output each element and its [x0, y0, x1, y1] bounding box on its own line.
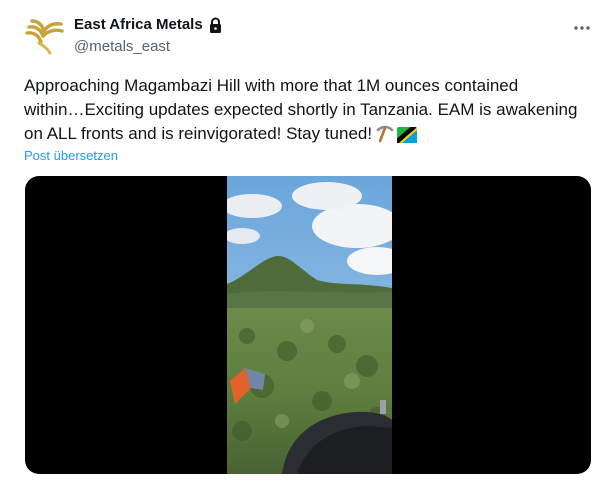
pick-icon: [375, 124, 394, 150]
display-name[interactable]: East Africa Metals: [74, 15, 203, 35]
user-handle[interactable]: @metals_east: [74, 37, 170, 57]
video-frame: [227, 176, 392, 474]
tweet: East Africa Metals @metals_east Approach…: [0, 0, 612, 482]
tweet-text: Approaching Magambazi Hill with more tha…: [24, 74, 594, 150]
tweet-text-body: Approaching Magambazi Hill with more tha…: [24, 76, 578, 143]
lock-icon: [208, 17, 223, 34]
east-africa-metals-logo-icon: [25, 19, 64, 55]
video-player[interactable]: [25, 176, 591, 474]
tanzania-flag-icon: [397, 126, 418, 150]
translate-post-link[interactable]: Post übersetzen: [24, 147, 118, 165]
more-options-icon[interactable]: [572, 18, 592, 38]
avatar[interactable]: [24, 13, 66, 55]
